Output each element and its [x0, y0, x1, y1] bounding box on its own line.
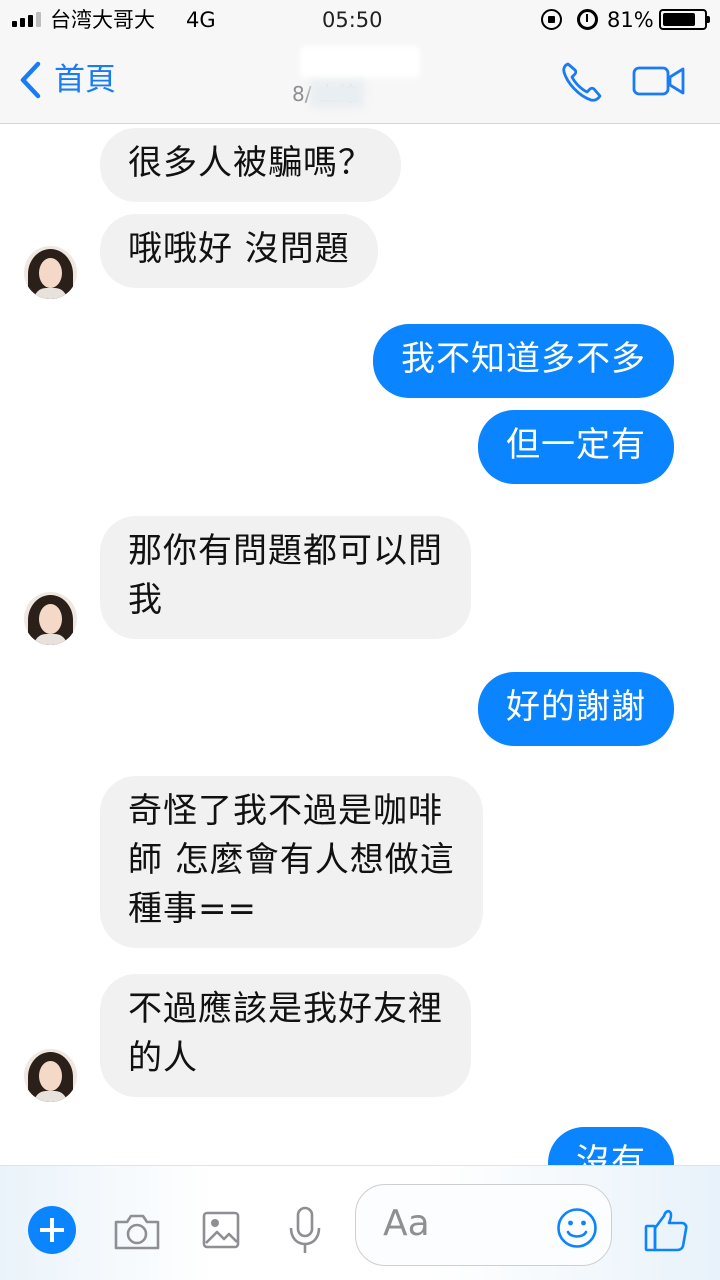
message-text-line: 的人 [128, 1038, 198, 1078]
back-chevron-icon[interactable] [16, 60, 46, 100]
battery-level-fill [663, 13, 695, 26]
message-text-line: 奇怪了我不過是咖啡 [128, 791, 443, 831]
emoji-icon[interactable] [556, 1207, 598, 1249]
message-text: 哦哦好 沒問題 [128, 229, 350, 269]
message-composer: Aa [0, 1165, 720, 1280]
message-text: 沒有 [576, 1142, 646, 1165]
message-text: 好的謝謝 [506, 687, 646, 727]
message-bubble-incoming[interactable]: 不過應該是我好友裡 的人 [100, 974, 471, 1097]
contact-name-redacted[interactable] [300, 46, 420, 78]
contact-avatar[interactable] [24, 246, 77, 299]
battery-percentage: 81% [607, 8, 654, 32]
carrier-name: 台湾大哥大 [50, 8, 155, 32]
video-call-icon[interactable] [632, 60, 686, 102]
network-type: 4G [186, 8, 216, 32]
message-text-line: 師 怎麼會有人想做這 [128, 840, 455, 880]
conversation-header: 首頁 8/ 上線 [0, 40, 720, 124]
message-text: 我不知道多不多 [401, 339, 646, 379]
gallery-icon[interactable] [202, 1210, 240, 1250]
message-bubble-incoming[interactable]: 那你有問題都可以問 我 [100, 516, 471, 639]
message-text-line: 那你有問題都可以問 [128, 531, 443, 571]
message-text-line: 我 [128, 580, 163, 620]
contact-avatar[interactable] [24, 592, 77, 645]
message-text: 很多人被騙嗎？ [128, 143, 373, 183]
message-bubble-outgoing[interactable]: 我不知道多不多 [373, 324, 674, 398]
thumbs-up-icon[interactable] [642, 1206, 690, 1254]
status-bar: 台湾大哥大 4G 05:50 81% [0, 0, 720, 40]
message-text-line: 種事== [128, 889, 257, 929]
message-list[interactable]: 很多人被騙嗎？ 哦哦好 沒問題 我不知道多不多 但一定有 那你有問題都可以問 我… [0, 124, 720, 1165]
message-bubble-outgoing[interactable]: 好的謝謝 [478, 672, 674, 746]
message-input-placeholder: Aa [383, 1203, 430, 1244]
message-bubble-incoming[interactable]: 奇怪了我不過是咖啡 師 怎麼會有人想做這 種事== [100, 776, 483, 948]
message-bubble-incoming[interactable]: 很多人被騙嗎？ [100, 128, 401, 202]
signal-strength-icon [12, 12, 41, 27]
message-bubble-incoming[interactable]: 哦哦好 沒問題 [100, 214, 378, 288]
message-input[interactable]: Aa [355, 1184, 612, 1266]
message-text: 但一定有 [506, 425, 646, 465]
plus-icon[interactable] [28, 1206, 76, 1254]
microphone-icon[interactable] [287, 1206, 323, 1256]
message-text-line: 不過應該是我好友裡 [128, 989, 443, 1029]
battery-icon [659, 9, 710, 30]
message-bubble-outgoing[interactable]: 但一定有 [478, 410, 674, 484]
alarm-icon [577, 9, 598, 30]
message-bubble-outgoing[interactable]: 沒有 [548, 1127, 674, 1165]
back-button[interactable]: 首頁 [54, 60, 116, 100]
contact-avatar[interactable] [24, 1049, 77, 1102]
redaction-blur [310, 80, 364, 108]
phone-call-icon[interactable] [558, 58, 606, 106]
rotation-lock-icon [541, 9, 562, 30]
camera-icon[interactable] [112, 1210, 162, 1252]
status-time: 05:50 [322, 8, 383, 32]
